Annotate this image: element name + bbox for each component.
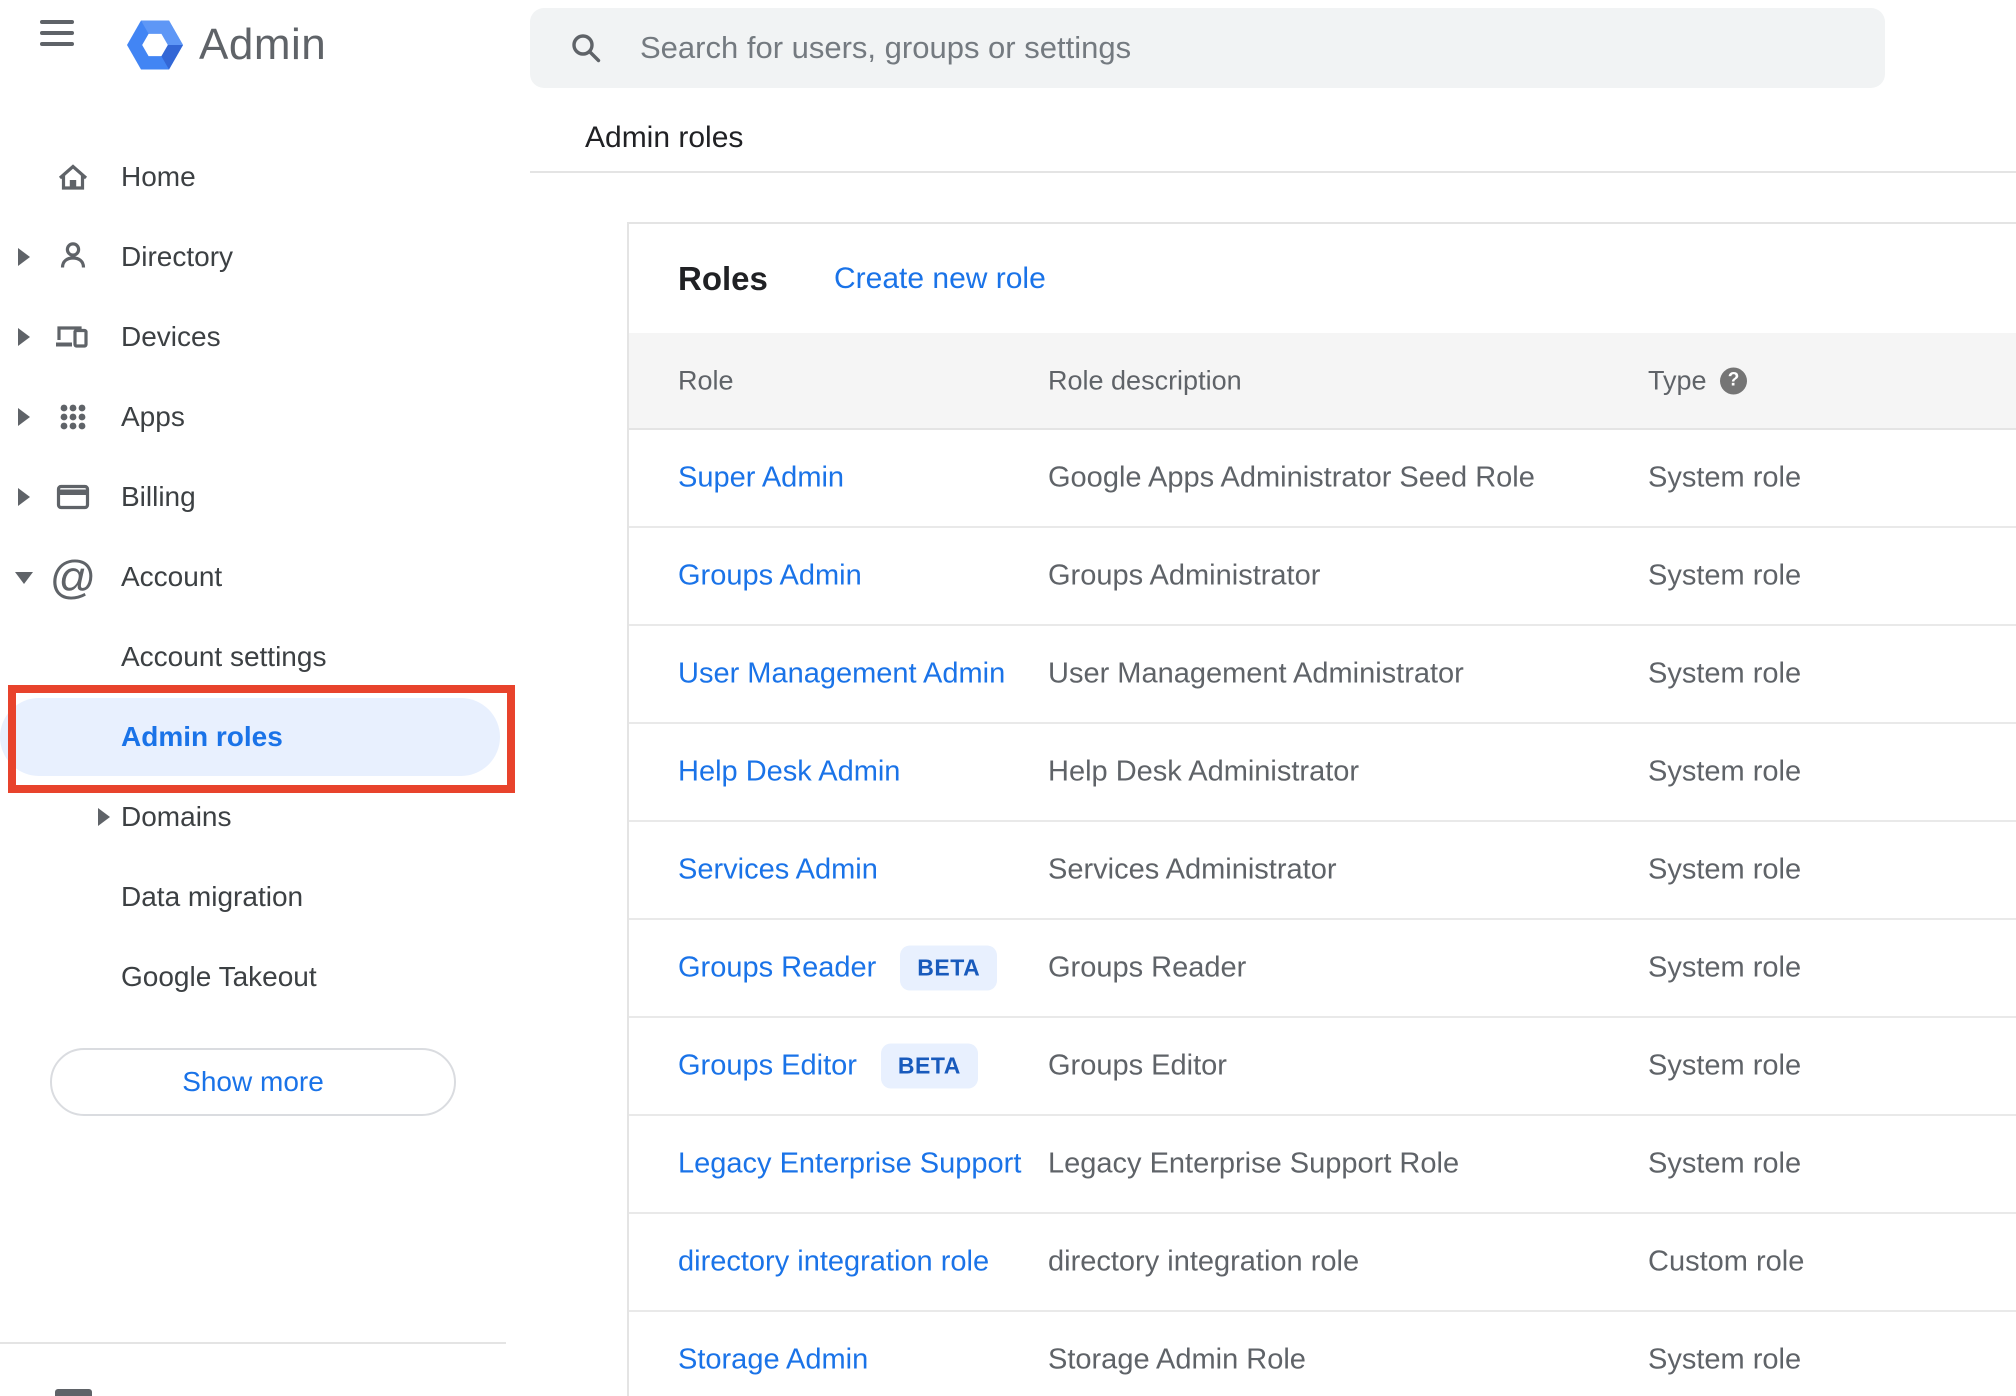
table-row: Groups Editor BETA Groups Editor System … bbox=[629, 1018, 2016, 1116]
sidebar-item-label: Billing bbox=[121, 481, 196, 512]
sidebar-item-label: Apps bbox=[121, 401, 185, 432]
role-link[interactable]: directory integration role bbox=[678, 1246, 989, 1279]
role-link[interactable]: Super Admin bbox=[678, 462, 844, 495]
person-icon bbox=[52, 236, 94, 278]
role-description: Google Apps Administrator Seed Role bbox=[1048, 461, 1535, 494]
beta-badge: BETA bbox=[900, 945, 998, 991]
expand-chevron-icon[interactable] bbox=[98, 808, 110, 826]
role-type: Custom role bbox=[1648, 1245, 1805, 1278]
role-link[interactable]: Storage Admin bbox=[678, 1344, 868, 1377]
sidebar-item-admin-roles[interactable]: Admin roles bbox=[0, 697, 512, 777]
role-link[interactable]: Groups Admin bbox=[678, 560, 862, 593]
at-sign-icon: @ bbox=[49, 551, 97, 603]
table-row: Groups Admin Groups Administrator System… bbox=[629, 528, 2016, 626]
expand-chevron-icon[interactable] bbox=[18, 408, 30, 426]
help-icon[interactable]: ? bbox=[1720, 367, 1747, 394]
search-input[interactable] bbox=[640, 30, 1855, 66]
hamburger-menu-icon[interactable] bbox=[40, 20, 74, 48]
role-link[interactable]: Legacy Enterprise Support bbox=[678, 1148, 1021, 1181]
role-type: System role bbox=[1648, 1049, 1802, 1082]
sidebar-item-label: Directory bbox=[121, 241, 234, 272]
sidebar-item-account[interactable]: @ Account bbox=[0, 537, 512, 617]
sidebar-item-label: Data migration bbox=[121, 881, 304, 912]
role-description: Storage Admin Role bbox=[1048, 1343, 1306, 1376]
column-header-description: Role description bbox=[1048, 365, 1242, 395]
role-description: directory integration role bbox=[1048, 1245, 1360, 1278]
role-description: Groups Administrator bbox=[1048, 559, 1321, 592]
beta-badge: BETA bbox=[880, 1043, 978, 1089]
show-more-button[interactable]: Show more bbox=[50, 1048, 456, 1116]
sidebar-item-billing[interactable]: Billing bbox=[0, 457, 512, 537]
table-row: Storage Admin Storage Admin Role System … bbox=[629, 1312, 2016, 1396]
role-description: Services Administrator bbox=[1048, 853, 1337, 886]
role-link[interactable]: Groups Reader bbox=[678, 952, 876, 985]
collapse-chevron-icon[interactable] bbox=[15, 571, 33, 584]
table-header-row: Role Role description Type ? bbox=[629, 333, 2016, 430]
sidebar-bottom-divider bbox=[0, 1342, 506, 1344]
sidebar-item-label: Account settings bbox=[121, 641, 327, 672]
breadcrumb: Admin roles bbox=[585, 121, 744, 154]
table-row: Legacy Enterprise Support Legacy Enterpr… bbox=[629, 1116, 2016, 1214]
admin-console-page: Admin Home Directory Devices Apps Billin… bbox=[0, 0, 2016, 1396]
sidebar-item-data-migration[interactable]: Data migration bbox=[0, 857, 512, 937]
roles-panel: Roles Create new role Role Role descript… bbox=[627, 222, 2016, 1396]
expand-chevron-icon[interactable] bbox=[18, 248, 30, 266]
panel-title: Roles bbox=[678, 259, 768, 297]
role-type: System role bbox=[1648, 853, 1802, 886]
sidebar-item-google-takeout[interactable]: Google Takeout bbox=[0, 937, 512, 1017]
role-type: System role bbox=[1648, 1147, 1802, 1180]
expand-chevron-icon[interactable] bbox=[18, 488, 30, 506]
role-type: System role bbox=[1648, 461, 1802, 494]
role-type: System role bbox=[1648, 1343, 1802, 1376]
sidebar-item-label: Account bbox=[121, 561, 223, 592]
sidebar-item-home[interactable]: Home bbox=[0, 137, 512, 217]
partially-visible-icon bbox=[55, 1389, 92, 1396]
sidebar-item-account-settings[interactable]: Account settings bbox=[0, 617, 512, 697]
table-row: User Management Admin User Management Ad… bbox=[629, 626, 2016, 724]
role-link[interactable]: Help Desk Admin bbox=[678, 756, 900, 789]
search-icon bbox=[568, 30, 604, 66]
sidebar-item-devices[interactable]: Devices bbox=[0, 297, 512, 377]
sidebar-item-label: Google Takeout bbox=[121, 961, 317, 992]
sidebar-item-label: Home bbox=[121, 161, 196, 192]
sidebar-item-domains[interactable]: Domains bbox=[0, 777, 512, 857]
sidebar-item-label: Devices bbox=[121, 321, 221, 352]
role-description: Legacy Enterprise Support Role bbox=[1048, 1147, 1460, 1180]
logo-text: Admin bbox=[199, 20, 327, 69]
column-header-role: Role bbox=[678, 365, 734, 395]
home-icon bbox=[52, 156, 94, 198]
devices-icon bbox=[52, 316, 94, 358]
expand-chevron-icon[interactable] bbox=[18, 328, 30, 346]
table-row: Super Admin Google Apps Administrator Se… bbox=[629, 430, 2016, 528]
role-type: System role bbox=[1648, 755, 1802, 788]
role-type: System role bbox=[1648, 951, 1802, 984]
sidebar-item-label: Admin roles bbox=[121, 721, 283, 752]
table-row: directory integration role directory int… bbox=[629, 1214, 2016, 1312]
credit-card-icon bbox=[52, 476, 94, 518]
roles-panel-header: Roles Create new role bbox=[629, 224, 2016, 333]
role-type: System role bbox=[1648, 657, 1802, 690]
role-link[interactable]: Services Admin bbox=[678, 854, 878, 887]
role-description: Help Desk Administrator bbox=[1048, 755, 1360, 788]
sidebar-item-directory[interactable]: Directory bbox=[0, 217, 512, 297]
content-divider bbox=[530, 171, 2016, 173]
table-row: Groups Reader BETA Groups Reader System … bbox=[629, 920, 2016, 1018]
create-new-role-link[interactable]: Create new role bbox=[834, 262, 1046, 296]
admin-logo: Admin bbox=[127, 16, 326, 74]
role-type: System role bbox=[1648, 559, 1802, 592]
role-description: Groups Editor bbox=[1048, 1049, 1227, 1082]
admin-hexagon-logo-icon bbox=[127, 20, 183, 70]
role-description: User Management Administrator bbox=[1048, 657, 1464, 690]
role-description: Groups Reader bbox=[1048, 951, 1247, 984]
search-bar[interactable] bbox=[530, 8, 1885, 88]
sidebar-item-apps[interactable]: Apps bbox=[0, 377, 512, 457]
role-link[interactable]: Groups Editor bbox=[678, 1050, 857, 1083]
role-link[interactable]: User Management Admin bbox=[678, 658, 1005, 691]
table-row: Help Desk Admin Help Desk Administrator … bbox=[629, 724, 2016, 822]
column-header-type: Type bbox=[1648, 365, 1707, 395]
apps-grid-icon bbox=[52, 396, 94, 438]
table-row: Services Admin Services Administrator Sy… bbox=[629, 822, 2016, 920]
sidebar-item-label: Domains bbox=[121, 801, 232, 832]
